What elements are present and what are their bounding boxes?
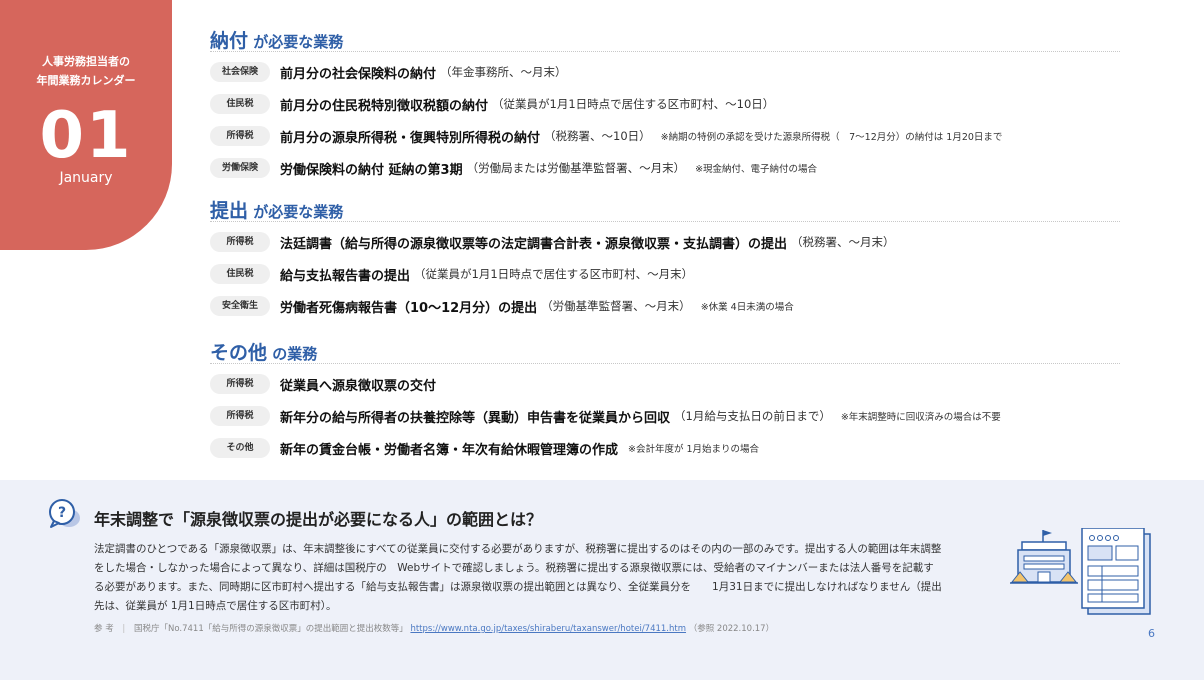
task-note: ※会計年度が 1月始まりの場合: [628, 444, 760, 455]
task-title: 従業員へ源泉徴収票の交付: [280, 378, 437, 394]
calendar-title: 人事労務担当者の 年間業務カレンダー: [0, 52, 172, 90]
office-building-document-icon: [1010, 527, 1156, 618]
faq-body: 法定調書のひとつである「源泉徴収票」は、年末調整後にすべての従業員に交付する必要…: [94, 543, 942, 612]
reference-link[interactable]: https://www.nta.go.jp/taxes/shiraberu/ta…: [410, 624, 686, 634]
task-detail: （従業員が1月1日時点で居住する区市町村、〜10日）: [492, 97, 775, 111]
task-note: ※年末調整時に回収済みの場合は不要: [840, 412, 1001, 423]
task-detail: （従業員が1月1日時点で居住する区市町村、〜月末）: [414, 267, 694, 281]
category-tag: 所得税: [210, 374, 270, 394]
reference: 参 考 | 国税庁「No.7411「給与所得の源泉徴収票」の提出範囲と提出枚数等…: [94, 624, 775, 634]
task-title: 新年分の給与所得者の扶養控除等（異動）申告書を従業員から回収: [280, 410, 671, 426]
category-tag: 所得税: [210, 406, 270, 426]
reference-text: 国税庁「No.7411「給与所得の源泉徴収票」の提出範囲と提出枚数等」: [133, 624, 408, 634]
section-heading-key: その他: [210, 342, 268, 364]
task-row: 社会保険 前月分の社会保険料の納付 （年金事務所、〜月末）: [210, 56, 1120, 88]
task-row: 所得税 新年分の給与所得者の扶養控除等（異動）申告書を従業員から回収 （1月給与…: [210, 400, 1120, 432]
task-row: 住民税 前月分の住民税特別徴収税額の納付 （従業員が1月1日時点で居住する区市町…: [210, 88, 1120, 120]
category-tag: 安全衛生: [210, 296, 270, 316]
svg-text:?: ?: [58, 505, 66, 521]
task-title: 法廷調書（給与所得の源泉徴収票等の法定調書合計表・源泉徴収票・支払調書）の提出: [280, 236, 788, 252]
category-tag: 社会保険: [210, 62, 270, 82]
category-tag: 所得税: [210, 126, 270, 146]
page-number: 6: [1148, 627, 1155, 640]
task-title: 前月分の住民税特別徴収税額の納付: [280, 98, 489, 114]
section-other: その他 の業務 所得税 従業員へ源泉徴収票の交付 所得税 新年分の給与所得者の扶…: [210, 338, 1120, 464]
reference-date: （参照 2022.10.17）: [688, 624, 775, 634]
calendar-title-line1: 人事労務担当者の: [42, 55, 130, 68]
section-heading: 提出 が必要な業務: [210, 196, 1120, 222]
section-heading: その他 の業務: [210, 338, 1120, 364]
question-bubble-icon: ?: [48, 499, 82, 529]
task-title: 労働者死傷病報告書（10〜12月分）の提出: [280, 300, 538, 316]
task-title: 給与支払報告書の提出: [280, 268, 411, 284]
task-row: 所得税 従業員へ源泉徴収票の交付: [210, 368, 1120, 400]
section-heading-rest: の業務: [267, 345, 318, 363]
task-title: 前月分の社会保険料の納付: [280, 66, 437, 82]
task-title: 労働保険料の納付 延納の第3期: [280, 162, 463, 178]
task-title: 新年の賃金台帳・労働者名簿・年次有給休暇管理簿の作成: [280, 442, 619, 458]
category-tag: 住民税: [210, 264, 270, 284]
task-title: 前月分の源泉所得税・復興特別所得税の納付: [280, 130, 541, 146]
section-submission: 提出 が必要な業務 所得税 法廷調書（給与所得の源泉徴収票等の法定調書合計表・源…: [210, 196, 1120, 322]
month-name: January: [59, 170, 113, 186]
calendar-title-line2: 年間業務カレンダー: [36, 74, 136, 87]
task-note: ※納期の特例の承認を受けた源泉所得税（ 7〜12月分）の納付は 1月20日まで: [660, 132, 1003, 143]
task-note: ※休業 4日未満の場合: [700, 302, 794, 313]
category-tag: その他: [210, 438, 270, 458]
section-heading-rest: が必要な業務: [248, 203, 344, 221]
section-heading-key: 納付: [210, 30, 249, 52]
section-payment: 納付 が必要な業務 社会保険 前月分の社会保険料の納付 （年金事務所、〜月末） …: [210, 26, 1120, 184]
faq-title: 年末調整で「源泉徴収票の提出が必要になる人」の範囲とは？: [94, 510, 543, 529]
task-row: 労働保険 労働保険料の納付 延納の第3期 （労働局または労働基準監督署、〜月末）…: [210, 152, 1120, 184]
section-heading-key: 提出: [210, 200, 249, 222]
task-row: 所得税 法廷調書（給与所得の源泉徴収票等の法定調書合計表・源泉徴収票・支払調書）…: [210, 226, 1120, 258]
category-tag: 住民税: [210, 94, 270, 114]
category-tag: 労働保険: [210, 158, 270, 178]
section-heading-rest: が必要な業務: [248, 33, 344, 51]
task-row: 所得税 前月分の源泉所得税・復興特別所得税の納付 （税務署、〜10日） ※納期の…: [210, 120, 1120, 152]
category-tag: 所得税: [210, 232, 270, 252]
reference-label: 参 考: [94, 624, 114, 634]
task-detail: （労働基準監督署、〜月末）: [541, 299, 691, 313]
task-detail: （税務署、〜10日）: [544, 129, 651, 143]
task-row: 住民税 給与支払報告書の提出 （従業員が1月1日時点で居住する区市町村、〜月末）: [210, 258, 1120, 290]
month-tab: 人事労務担当者の 年間業務カレンダー 01 January: [0, 0, 172, 250]
task-row: 安全衛生 労働者死傷病報告書（10〜12月分）の提出 （労働基準監督署、〜月末）…: [210, 290, 1120, 322]
task-detail: （年金事務所、〜月末）: [440, 65, 567, 79]
task-detail: （1月給与支払日の前日まで）: [674, 409, 831, 423]
task-note: ※現金納付、電子納付の場合: [695, 164, 818, 175]
section-heading: 納付 が必要な業務: [210, 26, 1120, 52]
month-number: 01: [39, 99, 133, 173]
task-detail: （税務署、〜月末）: [791, 235, 895, 249]
task-row: その他 新年の賃金台帳・労働者名簿・年次有給休暇管理簿の作成 ※会計年度が 1月…: [210, 432, 1120, 464]
task-detail: （労働局または労働基準監督署、〜月末）: [466, 161, 686, 175]
